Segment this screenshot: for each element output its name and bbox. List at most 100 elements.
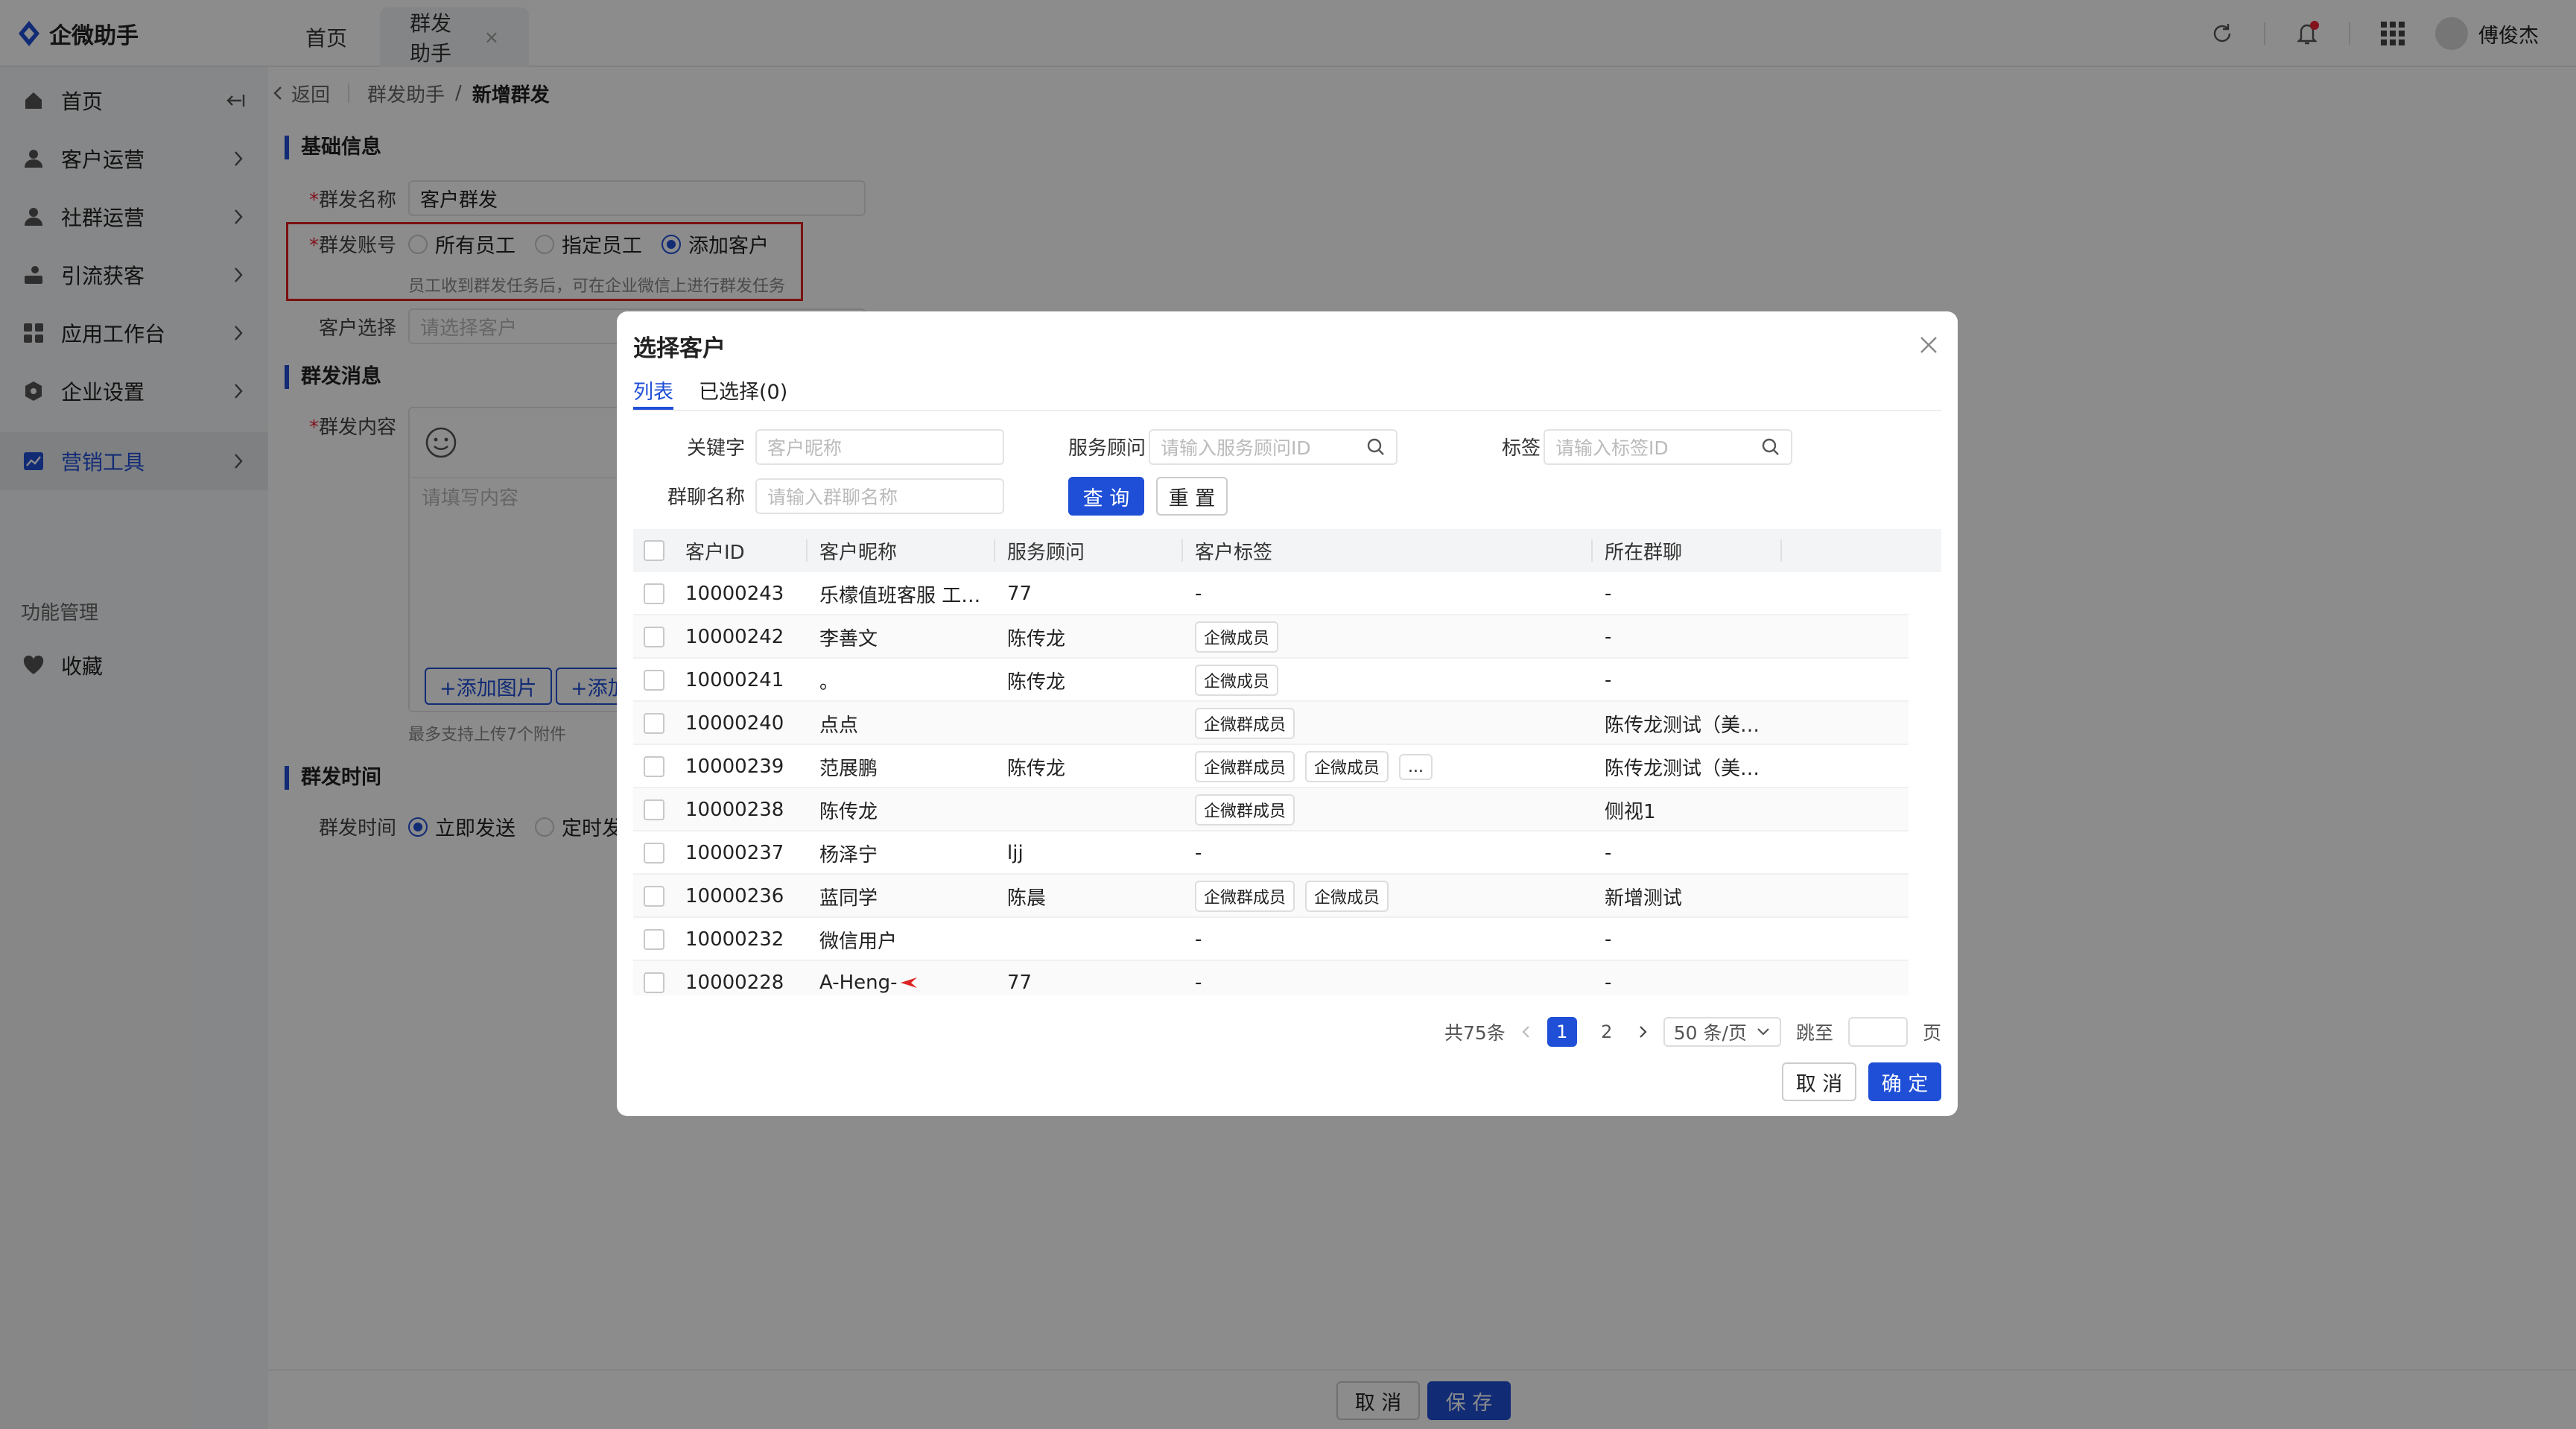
cell-advisor: 77 (1007, 583, 1032, 605)
table-row[interactable]: 10000238 陈传龙 企微群成员 侧视1 (633, 788, 1909, 831)
table-scrollbar[interactable] (1909, 572, 1941, 995)
tab-selected[interactable]: 已选择(0) (699, 376, 787, 410)
column-header-id: 客户ID (685, 541, 745, 564)
row-checkbox[interactable] (644, 713, 664, 734)
more-tags-button[interactable]: ... (1399, 753, 1433, 780)
cell-group: 侧视1 (1605, 800, 1656, 823)
input-placeholder: 请输入服务顾问ID (1161, 437, 1311, 459)
row-checkbox[interactable] (644, 756, 664, 777)
cell-group: - (1605, 972, 1612, 994)
tab-list[interactable]: 列表 (633, 376, 673, 410)
row-checkbox[interactable] (644, 799, 664, 820)
dialog-confirm-button[interactable]: 确 定 (1868, 1062, 1941, 1101)
select-all-checkbox[interactable] (644, 540, 664, 561)
cell-nickname: 乐檬值班客服 工… (819, 584, 981, 607)
row-checkbox[interactable] (644, 627, 664, 647)
prev-page-icon[interactable] (1520, 1023, 1532, 1041)
query-button[interactable]: 查 询 (1068, 477, 1144, 516)
row-checkbox[interactable] (644, 886, 664, 907)
cell-advisor: 陈传龙 (1007, 627, 1066, 650)
row-checkbox[interactable] (644, 583, 664, 604)
column-divider (1591, 539, 1593, 562)
row-select-cell (644, 961, 664, 995)
table-row[interactable]: 10000241 。 陈传龙 企微成员 - (633, 659, 1909, 702)
cell-tags: 企微群成员 企微成员 (1195, 875, 1590, 918)
cell-nickname: 范展鹏 (819, 757, 878, 780)
keyword-input[interactable]: 客户昵称 (755, 429, 1004, 465)
next-page-icon[interactable] (1637, 1023, 1649, 1041)
jump-input[interactable] (1847, 1017, 1908, 1047)
cell-nickname: 杨泽宁 (819, 843, 878, 866)
tag-label: 标签 (1501, 437, 1541, 460)
cell-tags: - (1195, 961, 1590, 995)
row-checkbox[interactable] (644, 972, 664, 993)
row-select-cell (644, 745, 664, 788)
cell-group: - (1605, 928, 1612, 951)
table-header: 客户ID 客户昵称 服务顾问 客户标签 所在群聊 (633, 529, 1941, 572)
row-checkbox[interactable] (644, 843, 664, 864)
row-select-cell (644, 788, 664, 831)
table-row[interactable]: 10000240 点点 企微群成员 陈传龙测试（美… (633, 702, 1909, 745)
cell-tags: - (1195, 918, 1590, 961)
cell-advisor (1007, 702, 1176, 745)
empty-tag-text: - (1195, 842, 1202, 864)
select-all-cell (644, 529, 664, 572)
close-icon[interactable] (1917, 334, 1940, 356)
table-row[interactable]: 10000237 杨泽宁 ljj - - (633, 831, 1909, 875)
cell-group: - (1605, 842, 1612, 864)
empty-tag-text: - (1195, 583, 1202, 605)
row-select-cell (644, 659, 664, 702)
cell-tags: 企微群成员 (1195, 788, 1590, 831)
search-icon[interactable] (1761, 437, 1780, 457)
cell-customer-id: 10000236 (685, 885, 784, 907)
table-row[interactable]: 10000236 蓝同学 陈晨 企微群成员 企微成员 新增测试 (633, 875, 1909, 918)
input-placeholder: 请输入标签ID (1555, 437, 1669, 459)
cell-tags: 企微群成员 企微成员... (1195, 745, 1590, 788)
cell-tags: - (1195, 831, 1590, 875)
tag-badge: 企微群成员 (1195, 794, 1295, 826)
customer-table-body: 10000243 乐檬值班客服 工… 77- -10000242 李善文 陈传龙 企微成员 -… (633, 572, 1909, 995)
cell-customer-id: 10000239 (685, 755, 784, 778)
table-row[interactable]: 10000232 微信用户 - - (633, 918, 1909, 961)
cell-group: - (1605, 626, 1612, 648)
table-row[interactable]: 10000243 乐檬值班客服 工… 77 - - (633, 572, 1909, 615)
cell-customer-id: 10000240 (685, 712, 784, 735)
search-icon[interactable] (1366, 437, 1386, 457)
tag-badge: 企微群成员 (1195, 751, 1295, 782)
page-2[interactable]: 2 (1592, 1017, 1622, 1047)
dialog-cancel-button[interactable]: 取 消 (1782, 1062, 1856, 1101)
cell-nickname: 蓝同学 (819, 887, 878, 910)
cell-group: 陈传龙测试（美… (1605, 757, 1760, 780)
table-row[interactable]: 10000242 李善文 陈传龙 企微成员 - (633, 615, 1909, 659)
row-select-cell (644, 615, 664, 659)
cell-advisor: 陈传龙 (1007, 671, 1066, 694)
tag-badge: 企微成员 (1195, 665, 1279, 696)
cell-advisor (1007, 788, 1176, 831)
tag-input[interactable]: 请输入标签ID (1544, 429, 1792, 465)
column-divider (994, 539, 995, 562)
empty-tag-text: - (1195, 928, 1202, 951)
group-name-input[interactable]: 请输入群聊名称 (755, 478, 1004, 514)
table-row[interactable]: 10000228 A-Heng- 77 - - (633, 961, 1909, 995)
page-1[interactable]: 1 (1546, 1017, 1577, 1047)
advisor-label: 服务顾问 (1067, 437, 1146, 460)
row-checkbox[interactable] (644, 670, 664, 691)
reset-button[interactable]: 重 置 (1156, 477, 1228, 516)
row-checkbox[interactable] (644, 929, 664, 950)
cell-tags: 企微成员 (1195, 615, 1590, 659)
row-select-cell (644, 875, 664, 918)
dialog-title: 选择客户 (633, 335, 726, 362)
page-size-select[interactable]: 50 条/页 (1663, 1017, 1781, 1047)
red-flag-icon (900, 978, 917, 988)
advisor-input[interactable]: 请输入服务顾问ID (1149, 429, 1398, 465)
tag-badge: 企微成员 (1305, 751, 1389, 782)
page-size-value: 50 条/页 (1673, 1022, 1747, 1044)
cell-nickname: A-Heng- (819, 961, 988, 995)
column-header-tags: 客户标签 (1195, 541, 1273, 564)
column-header-advisor: 服务顾问 (1007, 541, 1085, 564)
total-count: 共75条 (1444, 1022, 1506, 1044)
cell-customer-id: 10000238 (685, 799, 784, 821)
cell-customer-id: 10000237 (685, 842, 784, 864)
table-row[interactable]: 10000239 范展鹏 陈传龙 企微群成员 企微成员... 陈传龙测试（美… (633, 745, 1909, 788)
keyword-label: 关键字 (686, 437, 745, 460)
